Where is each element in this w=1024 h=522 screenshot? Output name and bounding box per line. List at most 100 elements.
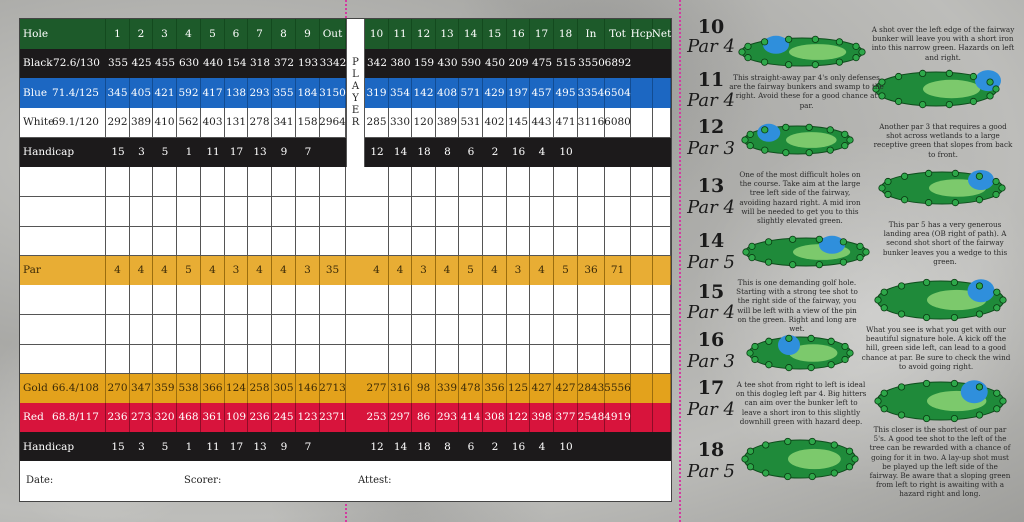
cell-f3[interactable] bbox=[177, 196, 201, 226]
cell-net[interactable] bbox=[653, 314, 671, 344]
cell-f1[interactable] bbox=[130, 314, 153, 344]
cell-out[interactable] bbox=[320, 196, 346, 226]
cell-out[interactable] bbox=[320, 225, 346, 255]
cell-f8[interactable] bbox=[296, 196, 320, 226]
cell-b3[interactable] bbox=[436, 225, 459, 255]
cell-b4[interactable] bbox=[459, 284, 483, 314]
cell-b2[interactable] bbox=[412, 314, 436, 344]
cell-f5[interactable] bbox=[225, 343, 248, 373]
cell-f5[interactable] bbox=[225, 196, 248, 226]
cell-b2[interactable] bbox=[412, 196, 436, 226]
cell-b4[interactable] bbox=[459, 225, 483, 255]
cell-f2[interactable] bbox=[153, 343, 177, 373]
date-field[interactable]: Date: bbox=[26, 475, 53, 486]
cell-b3[interactable] bbox=[436, 284, 459, 314]
cell-b1[interactable] bbox=[389, 166, 412, 196]
cell-f4[interactable] bbox=[201, 343, 225, 373]
cell-label[interactable] bbox=[20, 196, 106, 226]
cell-f7[interactable] bbox=[272, 314, 296, 344]
cell-b0[interactable] bbox=[365, 166, 389, 196]
cell-tot[interactable] bbox=[605, 166, 631, 196]
cell-b7[interactable] bbox=[530, 225, 554, 255]
cell-b0[interactable] bbox=[365, 314, 389, 344]
cell-b5[interactable] bbox=[483, 284, 507, 314]
cell-f6[interactable] bbox=[248, 314, 272, 344]
cell-f8[interactable] bbox=[296, 225, 320, 255]
cell-net[interactable] bbox=[653, 284, 671, 314]
cell-hcp[interactable] bbox=[631, 314, 653, 344]
cell-in[interactable] bbox=[578, 284, 605, 314]
cell-in[interactable] bbox=[578, 196, 605, 226]
cell-f2[interactable] bbox=[153, 166, 177, 196]
cell-f1[interactable] bbox=[130, 166, 153, 196]
cell-label[interactable] bbox=[20, 314, 106, 344]
cell-b2[interactable] bbox=[412, 343, 436, 373]
cell-f1[interactable] bbox=[130, 343, 153, 373]
cell-net[interactable] bbox=[653, 343, 671, 373]
cell-f8[interactable] bbox=[296, 314, 320, 344]
cell-in[interactable] bbox=[578, 225, 605, 255]
cell-b6[interactable] bbox=[507, 343, 530, 373]
cell-b4[interactable] bbox=[459, 196, 483, 226]
cell-in[interactable] bbox=[578, 314, 605, 344]
cell-b5[interactable] bbox=[483, 314, 507, 344]
cell-label[interactable] bbox=[20, 225, 106, 255]
cell-b8[interactable] bbox=[554, 166, 578, 196]
cell-hcp[interactable] bbox=[631, 166, 653, 196]
cell-b7[interactable] bbox=[530, 166, 554, 196]
cell-f7[interactable] bbox=[272, 284, 296, 314]
cell-tot[interactable] bbox=[605, 284, 631, 314]
cell-b1[interactable] bbox=[389, 314, 412, 344]
cell-f1[interactable] bbox=[130, 284, 153, 314]
cell-f3[interactable] bbox=[177, 166, 201, 196]
attest-field[interactable]: Attest: bbox=[358, 475, 392, 486]
cell-f3[interactable] bbox=[177, 225, 201, 255]
cell-tot[interactable] bbox=[605, 343, 631, 373]
cell-f2[interactable] bbox=[153, 225, 177, 255]
cell-b3[interactable] bbox=[436, 343, 459, 373]
cell-f0[interactable] bbox=[106, 343, 130, 373]
cell-f2[interactable] bbox=[153, 196, 177, 226]
cell-hcp[interactable] bbox=[631, 343, 653, 373]
cell-f0[interactable] bbox=[106, 225, 130, 255]
cell-f3[interactable] bbox=[177, 343, 201, 373]
cell-f4[interactable] bbox=[201, 166, 225, 196]
cell-net[interactable] bbox=[653, 166, 671, 196]
cell-b0[interactable] bbox=[365, 343, 389, 373]
cell-f7[interactable] bbox=[272, 343, 296, 373]
cell-b6[interactable] bbox=[507, 314, 530, 344]
cell-b8[interactable] bbox=[554, 225, 578, 255]
cell-f0[interactable] bbox=[106, 166, 130, 196]
cell-b6[interactable] bbox=[507, 225, 530, 255]
cell-f6[interactable] bbox=[248, 343, 272, 373]
cell-hcp[interactable] bbox=[631, 196, 653, 226]
cell-net[interactable] bbox=[653, 196, 671, 226]
cell-label[interactable] bbox=[20, 166, 106, 196]
cell-b5[interactable] bbox=[483, 225, 507, 255]
cell-f4[interactable] bbox=[201, 196, 225, 226]
cell-f6[interactable] bbox=[248, 196, 272, 226]
cell-b3[interactable] bbox=[436, 166, 459, 196]
cell-b8[interactable] bbox=[554, 284, 578, 314]
cell-f0[interactable] bbox=[106, 196, 130, 226]
cell-hcp[interactable] bbox=[631, 284, 653, 314]
cell-b7[interactable] bbox=[530, 314, 554, 344]
cell-f2[interactable] bbox=[153, 314, 177, 344]
cell-b1[interactable] bbox=[389, 284, 412, 314]
cell-tot[interactable] bbox=[605, 225, 631, 255]
cell-b0[interactable] bbox=[365, 284, 389, 314]
cell-f7[interactable] bbox=[272, 196, 296, 226]
cell-b6[interactable] bbox=[507, 196, 530, 226]
cell-f7[interactable] bbox=[272, 225, 296, 255]
cell-f5[interactable] bbox=[225, 314, 248, 344]
cell-b8[interactable] bbox=[554, 314, 578, 344]
cell-f3[interactable] bbox=[177, 284, 201, 314]
cell-b4[interactable] bbox=[459, 314, 483, 344]
cell-in[interactable] bbox=[578, 343, 605, 373]
cell-b1[interactable] bbox=[389, 343, 412, 373]
cell-f8[interactable] bbox=[296, 284, 320, 314]
cell-f7[interactable] bbox=[272, 166, 296, 196]
cell-b1[interactable] bbox=[389, 196, 412, 226]
cell-b7[interactable] bbox=[530, 196, 554, 226]
cell-hcp[interactable] bbox=[631, 225, 653, 255]
